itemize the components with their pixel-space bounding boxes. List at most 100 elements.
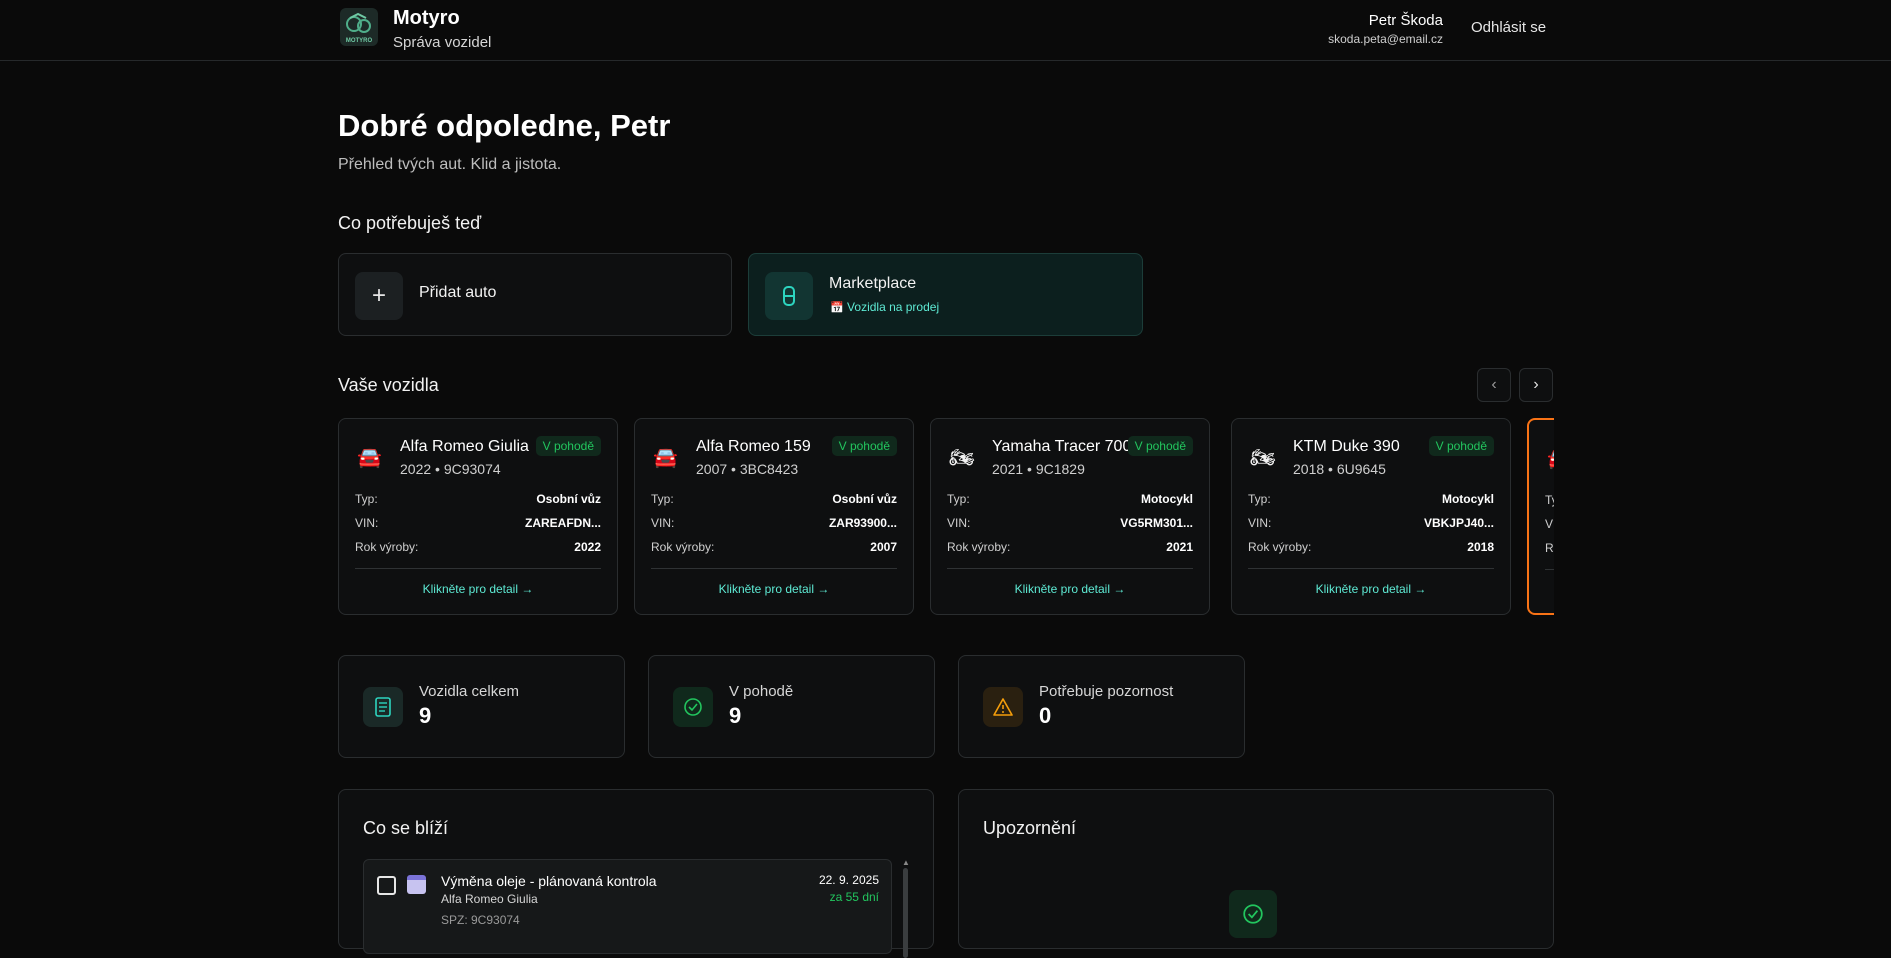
logo-icon: MOTYRO (346, 12, 373, 44)
vin-value: ZAREAFDN... (525, 516, 601, 530)
vin-label: VIN: (651, 516, 675, 530)
event-date: 22. 9. 2025 (818, 873, 879, 887)
vin-label: VIN: (1545, 517, 1554, 531)
calendar-icon (407, 875, 426, 894)
type-label: Typ: (947, 492, 970, 506)
vin-label: VIN: (355, 516, 379, 530)
car-icon: 🚘 (1547, 446, 1554, 471)
vin-row: VIN: VBKJPJ40... (1248, 516, 1494, 530)
stat-label: Potřebuje pozornost (1039, 683, 1174, 700)
stat-value: 9 (419, 703, 432, 728)
marketplace-label: Marketplace (829, 275, 917, 292)
upcoming-event[interactable]: Výměna oleje - plánovaná kontrola Alfa R… (363, 859, 892, 954)
event-vehicle: Alfa Romeo Giulia (441, 892, 538, 906)
vehicle-name: Alfa Romeo Giulia (400, 438, 529, 455)
page-title: Dobré odpoledne, Petr (338, 108, 671, 143)
year-label: Rok výroby: (947, 540, 1011, 554)
year-label: Rok výroby: (1545, 541, 1554, 555)
vehicle-name: Alfa Romeo 159 (696, 438, 811, 455)
divider (651, 568, 897, 569)
vehicle-carousel: 🚘 Alfa Romeo Giulia 2022 • 9C93074 V poh… (338, 418, 1554, 617)
carousel-next-button[interactable]: › (1519, 368, 1553, 402)
year-value: 2022 (574, 540, 601, 554)
type-label: Typ: (1248, 492, 1271, 506)
detail-link[interactable]: Klikněte pro detail → (339, 582, 617, 596)
scrollbar-thumb[interactable] (903, 868, 908, 958)
type-row: Typ: Motocykl (947, 492, 1193, 506)
vin-label: VIN: (947, 516, 971, 530)
vehicle-card[interactable]: 🚘 Typ: VIN: Rok výroby: (1527, 418, 1554, 615)
event-spz: SPZ: 9C93074 (441, 913, 520, 927)
vin-row: VIN: VG5RM301... (947, 516, 1193, 530)
warning-icon (983, 687, 1023, 727)
upcoming-panel: Co se blíží Výměna oleje - plánovaná kon… (338, 789, 934, 958)
brand-subtitle: Správa vozidel (393, 34, 492, 51)
upcoming-scrollbar[interactable]: ▲ (902, 858, 910, 958)
add-car-button[interactable]: + Přidat auto (338, 253, 732, 336)
marketplace-button[interactable]: Marketplace 📅 Vozidla na prodej (748, 253, 1143, 336)
car-icon: 🚘 (357, 447, 382, 469)
user-email: skoda.peta@email.cz (1328, 32, 1443, 46)
user-name: Petr Škoda (1368, 12, 1443, 29)
upcoming-title: Co se blíží (363, 818, 449, 838)
type-label: Typ: (1545, 493, 1554, 507)
vin-label: VIN: (1248, 516, 1272, 530)
logout-button[interactable]: Odhlásit se (1471, 19, 1546, 36)
event-title: Výměna oleje - plánovaná kontrola (441, 873, 657, 889)
year-label: Rok výroby: (1248, 540, 1312, 554)
detail-link[interactable]: Klikněte pro detail → (635, 582, 913, 596)
scroll-up-icon[interactable]: ▲ (902, 858, 910, 867)
logo-text: MOTYRO (346, 38, 373, 44)
type-value: Osobní vůz (832, 492, 897, 506)
vehicle-card[interactable]: 🏍 Yamaha Tracer 700 2021 • 9C1829 V poho… (930, 418, 1210, 615)
type-value: Osobní vůz (536, 492, 601, 506)
type-row: Typ: Osobní vůz (355, 492, 601, 506)
year-row: Rok výroby: (1545, 541, 1554, 555)
type-row: Typ: (1545, 493, 1554, 507)
vin-row: VIN: (1545, 517, 1554, 531)
year-row: Rok výroby: 2018 (1248, 540, 1494, 554)
stat-card-total: Vozidla celkem 9 (338, 655, 625, 758)
year-value: 2018 (1467, 540, 1494, 554)
vehicle-meta: 2007 • 3BC8423 (696, 461, 799, 477)
vehicle-card[interactable]: 🏍 KTM Duke 390 2018 • 6U9645 V pohodě Ty… (1231, 418, 1511, 615)
document-icon (363, 687, 403, 727)
motorcycle-icon: 🏍 (949, 447, 975, 469)
car-icon: 🚘 (653, 447, 678, 469)
motyro-logo[interactable]: MOTYRO (340, 8, 378, 46)
event-countdown: za 55 dní (829, 890, 879, 904)
page-subtitle: Přehled tvých aut. Klid a jistota. (338, 156, 562, 173)
stat-value: 9 (729, 703, 742, 728)
vehicle-card[interactable]: 🚘 Alfa Romeo 159 2007 • 3BC8423 V pohodě… (634, 418, 914, 615)
divider (947, 568, 1193, 569)
divider (1545, 569, 1554, 570)
add-car-label: Přidat auto (419, 284, 497, 301)
marketplace-sublabel: 📅 Vozidla na prodej (830, 300, 939, 314)
carousel-prev-button[interactable]: ‹ (1477, 368, 1511, 402)
status-badge: V pohodě (831, 436, 897, 456)
calendar-icon: 📅 (830, 302, 844, 314)
brand-name: Motyro (393, 7, 460, 29)
vin-value: VG5RM301... (1120, 516, 1193, 530)
type-value: Motocykl (1441, 492, 1494, 506)
year-label: Rok výroby: (355, 540, 419, 554)
vin-value: VBKJPJ40... (1423, 516, 1494, 530)
type-value: Motocykl (1140, 492, 1193, 506)
detail-link[interactable]: Klikněte pro detail → (1232, 582, 1510, 596)
type-row: Typ: Osobní vůz (651, 492, 897, 506)
stat-label: Vozidla celkem (419, 683, 520, 700)
vehicle-meta: 2018 • 6U9645 (1293, 461, 1386, 477)
motorcycle-icon: 🏍 (1250, 447, 1276, 469)
vehicle-card[interactable]: 🚘 Alfa Romeo Giulia 2022 • 9C93074 V poh… (338, 418, 618, 615)
vehicle-meta: 2021 • 9C1829 (992, 461, 1085, 477)
stat-value: 0 (1039, 703, 1052, 728)
stat-label: V pohodě (729, 683, 794, 700)
event-checkbox[interactable] (377, 876, 396, 895)
detail-link[interactable]: Klikněte pro detail → (931, 582, 1209, 596)
year-row: Rok výroby: 2007 (651, 540, 897, 554)
vehicle-meta: 2022 • 9C93074 (400, 461, 501, 477)
type-label: Typ: (355, 492, 378, 506)
year-row: Rok výroby: 2022 (355, 540, 601, 554)
alerts-panel: Upozornění (958, 789, 1554, 949)
marketplace-sublabel-text: Vozidla na prodej (847, 300, 940, 314)
